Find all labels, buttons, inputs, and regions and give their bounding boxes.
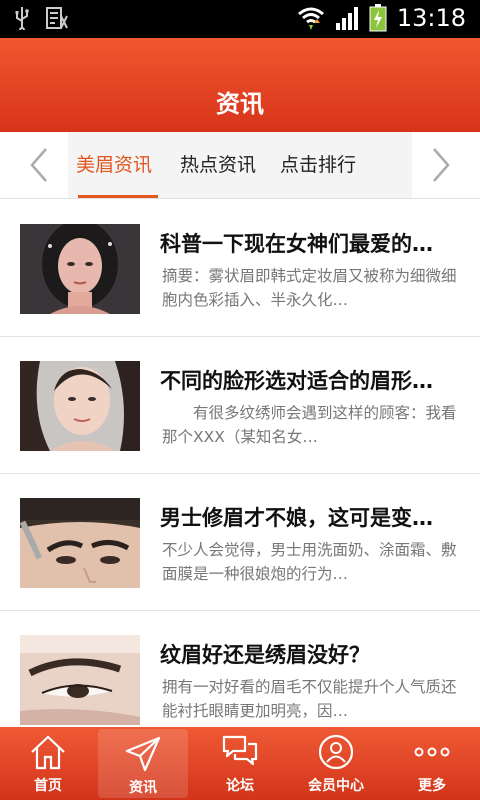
more-icon — [414, 747, 450, 757]
article-thumbnail — [20, 361, 140, 451]
user-icon — [318, 734, 354, 770]
status-bar: 13:18 — [0, 0, 480, 38]
article-title: 男士修眉才不娘，这可是变… — [160, 506, 433, 530]
home-icon — [31, 735, 65, 770]
nav-forum-label: 论坛 — [226, 778, 254, 794]
usb-icon — [15, 7, 29, 30]
article-thumbnail — [20, 635, 140, 725]
article-title: 科普一下现在女神们最爱的… — [160, 232, 433, 256]
send-icon — [125, 736, 161, 772]
bottom-nav: 首页 资讯 论坛 会员中心 更多 — [0, 727, 480, 800]
chevron-left-icon[interactable] — [22, 146, 58, 184]
article-summary: 有很多纹绣师会遇到这样的顾客：我看那个XXX（某知名女… — [162, 404, 457, 446]
news-item[interactable]: 不同的脸形选对适合的眉形… 有很多纹绣师会遇到这样的顾客：我看那个XXX（某知名… — [0, 337, 480, 474]
nav-home[interactable]: 首页 — [0, 727, 96, 800]
news-item[interactable]: 男士修眉才不娘，这可是变… 不少人会觉得，男士用洗面奶、涂面霜、敷面膜是一种很娘… — [0, 474, 480, 611]
signal-icon — [335, 7, 358, 30]
battery-icon — [369, 4, 387, 32]
sim-icon — [46, 7, 68, 29]
news-item[interactable]: 科普一下现在女神们最爱的… 摘要：雾状眉即韩式定妆眉又被称为细微细胞内色彩插入、… — [0, 200, 480, 337]
article-summary: 摘要：雾状眉即韩式定妆眉又被称为细微细胞内色彩插入、半永久化… — [162, 267, 457, 309]
news-list: 科普一下现在女神们最爱的… 摘要：雾状眉即韩式定妆眉又被称为细微细胞内色彩插入、… — [0, 200, 480, 748]
nav-more[interactable]: 更多 — [384, 727, 480, 800]
tab-meimei-news[interactable]: 美眉资讯 — [70, 132, 158, 198]
nav-news-label: 资讯 — [129, 780, 157, 796]
nav-member-center-label: 会员中心 — [308, 778, 364, 794]
status-clock: 13:18 — [396, 4, 466, 32]
article-summary: 拥有一对好看的眉毛不仅能提升个人气质还能衬托眼睛更加明亮，因… — [162, 678, 457, 720]
page-title: 资讯 — [216, 90, 264, 118]
tab-click-ranking[interactable]: 点击排行 — [272, 132, 364, 198]
nav-member-center[interactable]: 会员中心 — [288, 727, 384, 800]
chevron-right-icon[interactable] — [422, 146, 458, 184]
tab-hot-news[interactable]: 热点资讯 — [172, 132, 264, 198]
nav-forum[interactable]: 论坛 — [192, 727, 288, 800]
category-tabbar: 美眉资讯 热点资讯 点击排行 — [0, 132, 480, 199]
article-title: 纹眉好还是绣眉没好？ — [160, 643, 370, 667]
article-thumbnail — [20, 498, 140, 588]
nav-home-label: 首页 — [34, 778, 62, 794]
nav-news[interactable]: 资讯 — [98, 729, 188, 798]
article-summary: 不少人会觉得，男士用洗面奶、涂面霜、敷面膜是一种很娘炮的行为… — [162, 541, 457, 583]
chat-icon — [222, 735, 258, 766]
app-header: 资讯 — [0, 38, 480, 132]
article-title: 不同的脸形选对适合的眉形… — [160, 369, 433, 393]
article-thumbnail — [20, 224, 140, 314]
wifi-icon — [297, 7, 324, 30]
nav-more-label: 更多 — [418, 778, 446, 794]
